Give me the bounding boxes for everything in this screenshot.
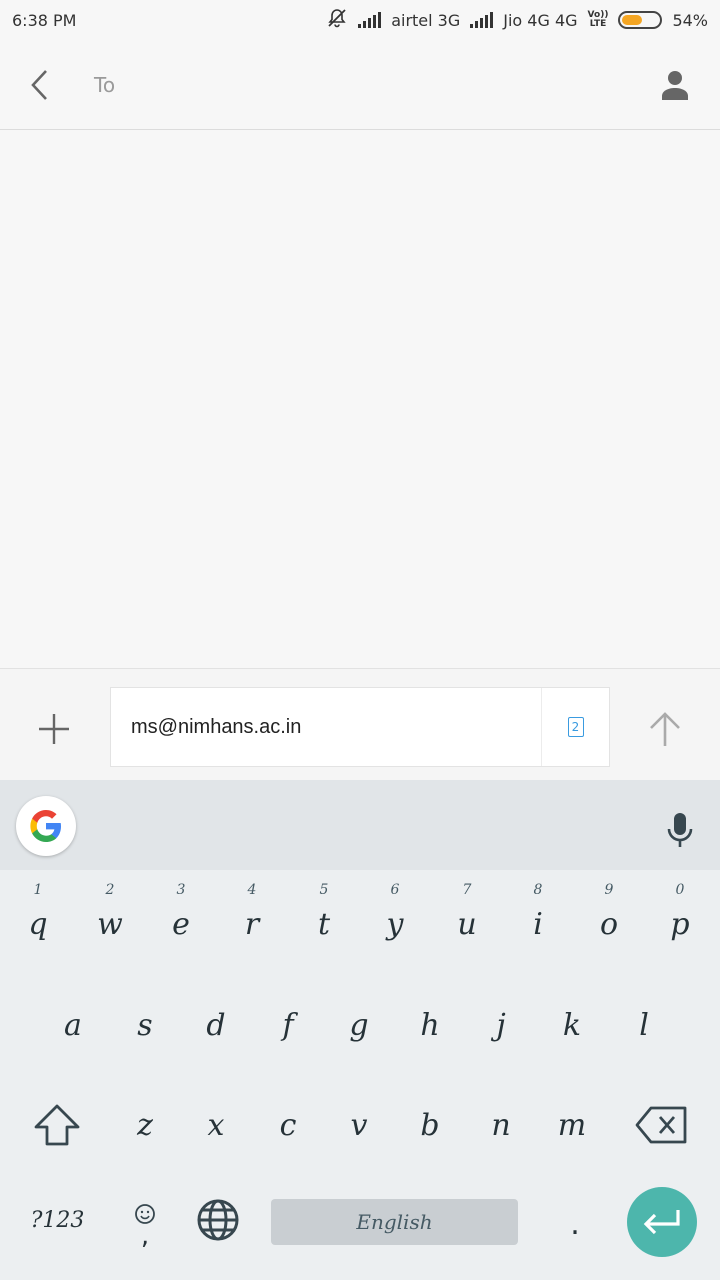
key-label: p [670, 906, 690, 942]
google-icon [30, 810, 61, 842]
key-k[interactable]: k [537, 980, 607, 1070]
attach-button[interactable] [14, 689, 94, 769]
header: To [0, 40, 720, 130]
plus-icon [39, 714, 69, 744]
key-hint: 7 [462, 882, 472, 898]
arrow-up-icon [650, 712, 680, 746]
keyboard: 1q 2w 3e 4r 5t 6y 7u 8i 9o 0p a s d f g … [0, 780, 720, 1280]
key-b[interactable]: b [395, 1080, 465, 1170]
key-label: y [386, 906, 404, 942]
key-label: t [317, 906, 331, 942]
battery-percent: 54% [672, 10, 708, 30]
backspace-icon [635, 1106, 687, 1144]
person-icon [662, 70, 688, 100]
key-n[interactable]: n [466, 1080, 536, 1170]
shift-icon [34, 1104, 80, 1146]
key-q[interactable]: 1q [3, 870, 73, 960]
status-time: 6:38 PM [12, 10, 77, 30]
key-t[interactable]: 5t [289, 870, 359, 960]
key-hint: 9 [604, 882, 614, 898]
key-r[interactable]: 4r [217, 870, 287, 960]
key-hint: 5 [319, 882, 329, 898]
globe-icon [197, 1199, 238, 1241]
enter-key[interactable] [627, 1187, 697, 1257]
key-label: u [457, 906, 477, 942]
key-label: w [97, 906, 123, 942]
key-label: i [533, 906, 543, 942]
add-contact-button[interactable] [630, 40, 720, 130]
key-p[interactable]: 0p [645, 870, 715, 960]
voice-input-button[interactable] [650, 800, 710, 860]
keyboard-toolbar [0, 780, 720, 870]
battery-icon [618, 11, 663, 29]
key-h[interactable]: h [395, 980, 465, 1070]
key-a[interactable]: a [38, 980, 108, 1070]
key-m[interactable]: m [537, 1080, 607, 1170]
key-g[interactable]: g [324, 980, 394, 1070]
key-hint: 8 [533, 882, 543, 898]
shift-key[interactable] [12, 1080, 102, 1170]
message-input[interactable]: ms@nimhans.ac.in 2 [110, 687, 610, 767]
space-key[interactable]: English [271, 1199, 518, 1245]
key-x[interactable]: x [181, 1080, 251, 1170]
emoji-key[interactable]: , [115, 1180, 175, 1270]
key-label: o [599, 906, 619, 942]
key-hint: 0 [675, 882, 685, 898]
sim-select-button[interactable]: 2 [541, 688, 609, 766]
period-key[interactable]: . [540, 1180, 610, 1270]
carrier-1: airtel 3G [391, 10, 461, 30]
volte-bottom: LTE [589, 19, 607, 29]
battery-fill [622, 15, 642, 25]
signal-icon [358, 12, 382, 28]
volte-icon: Vo)) LTE [588, 11, 609, 29]
key-label: e [172, 906, 190, 942]
chevron-left-icon [31, 69, 47, 100]
sim-icon: 2 [567, 717, 584, 737]
key-w[interactable]: 2w [75, 870, 145, 960]
microphone-icon [667, 813, 693, 847]
signal-icon [470, 12, 494, 28]
language-key[interactable] [185, 1180, 250, 1260]
key-i[interactable]: 8i [503, 870, 573, 960]
symbols-key[interactable]: ?123 [10, 1180, 105, 1260]
key-hint: 2 [105, 882, 115, 898]
key-d[interactable]: d [181, 980, 251, 1070]
key-hint: 3 [176, 882, 186, 898]
key-label: r [244, 906, 260, 942]
recipient-field[interactable]: To [94, 73, 630, 97]
key-v[interactable]: v [324, 1080, 394, 1170]
carrier-2: Jio 4G 4G [503, 10, 578, 30]
back-button[interactable] [0, 40, 80, 130]
key-j[interactable]: j [466, 980, 536, 1070]
key-z[interactable]: z [110, 1080, 180, 1170]
mute-icon [326, 7, 348, 33]
key-label: q [28, 906, 48, 942]
enter-icon [643, 1210, 680, 1235]
key-l[interactable]: l [609, 980, 679, 1070]
google-search-button[interactable] [16, 796, 76, 856]
key-o[interactable]: 9o [574, 870, 644, 960]
backspace-key[interactable] [617, 1080, 707, 1170]
key-c[interactable]: c [253, 1080, 323, 1170]
key-hint: 4 [247, 882, 257, 898]
key-s[interactable]: s [110, 980, 180, 1070]
key-y[interactable]: 6y [360, 870, 430, 960]
message-list [0, 131, 720, 668]
message-text[interactable]: ms@nimhans.ac.in [111, 716, 541, 739]
key-e[interactable]: 3e [146, 870, 216, 960]
key-hint: 6 [390, 882, 400, 898]
send-button[interactable] [630, 689, 700, 769]
key-u[interactable]: 7u [432, 870, 502, 960]
key-hint: 1 [33, 882, 43, 898]
compose-bar: ms@nimhans.ac.in 2 [0, 668, 720, 780]
key-f[interactable]: f [253, 980, 323, 1070]
status-bar: 6:38 PM airtel 3G Jio 4G 4G Vo)) LTE 54% [0, 0, 720, 40]
comma-label: , [140, 1221, 150, 1251]
